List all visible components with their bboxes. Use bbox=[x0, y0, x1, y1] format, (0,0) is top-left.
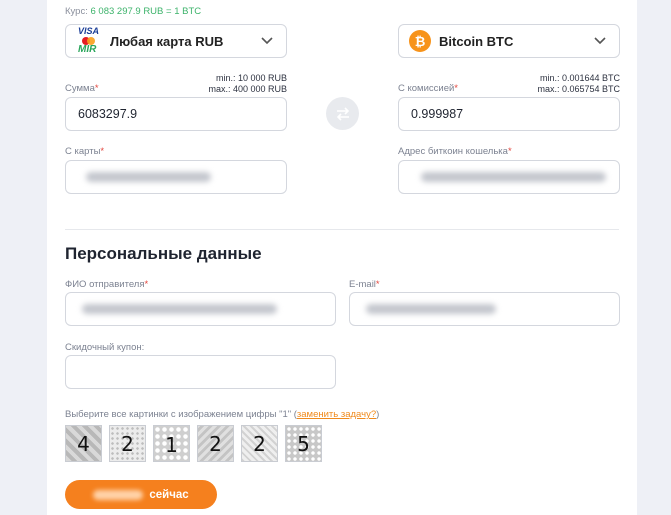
amount-input[interactable]: 6083297.9 bbox=[65, 97, 287, 131]
captcha-prompt: Выберите все картинки с изображением циф… bbox=[65, 409, 380, 420]
captcha-tile[interactable]: 5 bbox=[285, 425, 322, 462]
redacted-value bbox=[366, 304, 496, 314]
card-systems-icon: VISA MIR bbox=[78, 26, 100, 55]
redacted-value bbox=[421, 172, 606, 182]
from-currency-select[interactable]: VISA MIR Любая карта RUB bbox=[65, 24, 287, 58]
amount-label: Сумма* bbox=[65, 83, 99, 94]
with-commission-label: С комиссией* bbox=[398, 83, 458, 94]
rate-value: 6 083 297.9 RUB = 1 BTC bbox=[90, 6, 202, 17]
exchange-rate: Курс: 6 083 297.9 RUB = 1 BTC bbox=[65, 6, 201, 17]
amount-value: 6083297.9 bbox=[78, 107, 138, 121]
redacted-value bbox=[93, 489, 144, 500]
sender-name-input[interactable] bbox=[65, 292, 336, 326]
change-task-link[interactable]: заменить задачу? bbox=[297, 409, 376, 420]
from-max-limit: max.: 400 000 RUB bbox=[208, 84, 287, 94]
exchange-form-card: Курс: 6 083 297.9 RUB = 1 BTC VISA MIR Л… bbox=[47, 0, 637, 515]
captcha-tile[interactable]: 2 bbox=[109, 425, 146, 462]
to-currency-select[interactable]: ₿ Bitcoin BTC bbox=[398, 24, 620, 58]
from-currency-label: Любая карта RUB bbox=[110, 33, 224, 49]
sender-name-label: ФИО отправителя* bbox=[65, 279, 149, 290]
redacted-value bbox=[86, 172, 211, 182]
with-commission-value: 0.999987 bbox=[411, 107, 464, 121]
rate-label: Курс: bbox=[65, 6, 88, 17]
from-limits: min.: 10 000 RUB max.: 400 000 RUB bbox=[167, 73, 287, 95]
section-divider bbox=[65, 229, 619, 230]
captcha-tile[interactable]: 4 bbox=[65, 425, 102, 462]
email-input[interactable] bbox=[349, 292, 620, 326]
personal-data-title: Персональные данные bbox=[65, 244, 262, 263]
captcha-tile[interactable]: 2 bbox=[241, 425, 278, 462]
coupon-label: Скидочный купон: bbox=[65, 342, 145, 353]
chevron-down-icon bbox=[260, 34, 274, 48]
to-max-limit: max.: 0.065754 BTC bbox=[537, 84, 620, 94]
redacted-value bbox=[82, 304, 277, 314]
bitcoin-icon: ₿ bbox=[409, 30, 431, 52]
to-currency-label: Bitcoin BTC bbox=[439, 33, 514, 49]
submit-button[interactable]: сейчас bbox=[65, 480, 217, 509]
coupon-input[interactable] bbox=[65, 355, 336, 389]
card-number-input[interactable] bbox=[65, 160, 287, 194]
from-min-limit: min.: 10 000 RUB bbox=[215, 73, 287, 83]
email-label: E-mail* bbox=[349, 279, 380, 290]
swap-button[interactable] bbox=[326, 97, 359, 130]
chevron-down-icon bbox=[593, 34, 607, 48]
with-commission-input[interactable]: 0.999987 bbox=[398, 97, 620, 131]
wallet-address-input[interactable] bbox=[398, 160, 620, 194]
to-limits: min.: 0.001644 BTC max.: 0.065754 BTC bbox=[500, 73, 620, 95]
to-min-limit: min.: 0.001644 BTC bbox=[539, 73, 620, 83]
swap-arrows-icon bbox=[336, 106, 349, 121]
card-number-label: С карты* bbox=[65, 146, 105, 157]
captcha-tile[interactable]: 2 bbox=[197, 425, 234, 462]
captcha-tile[interactable]: 1 bbox=[153, 425, 190, 462]
wallet-address-label: Адрес биткоин кошелька* bbox=[398, 146, 512, 157]
submit-label: сейчас bbox=[149, 488, 189, 501]
